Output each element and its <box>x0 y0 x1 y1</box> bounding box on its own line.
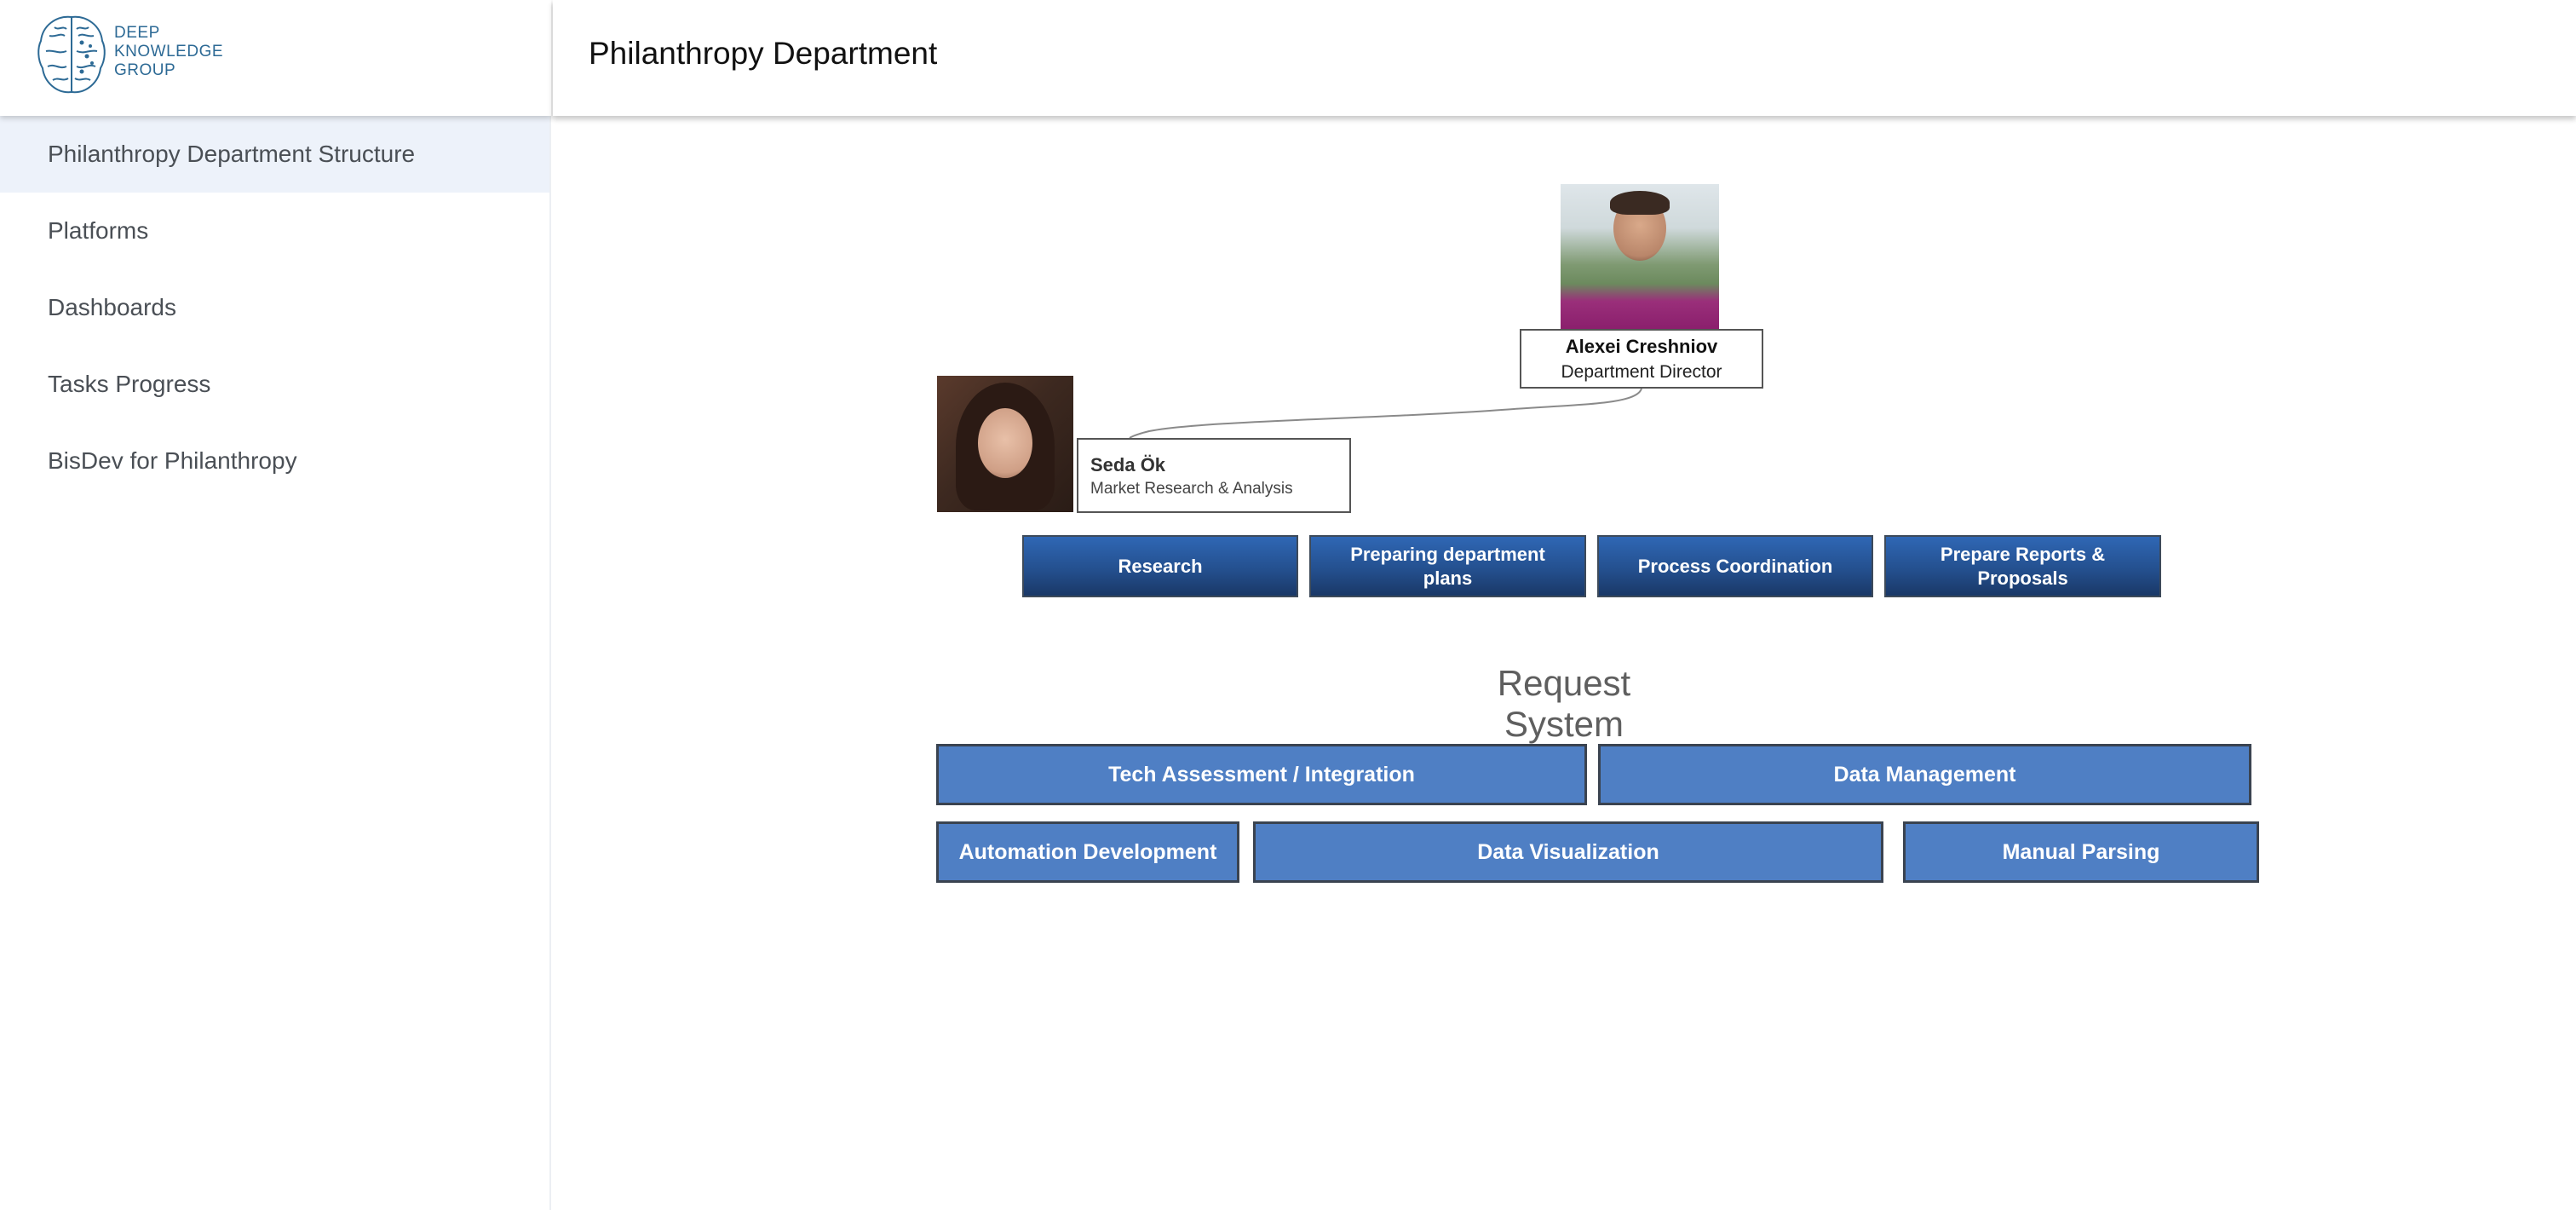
sidebar-item-tasks-progress[interactable]: Tasks Progress <box>0 346 549 423</box>
request-data-visualization-button[interactable]: Data Visualization <box>1253 821 1883 883</box>
sidebar-item-bisdev-for-philanthropy[interactable]: BisDev for Philanthropy <box>0 423 549 499</box>
sidebar-item-platforms[interactable]: Platforms <box>0 193 549 269</box>
org-chart: Alexei Creshniov Department Director Sed… <box>553 116 2576 1210</box>
task-research-button[interactable]: Research <box>1022 535 1298 597</box>
task-prepare-reports-proposals-button[interactable]: Prepare Reports & Proposals <box>1884 535 2161 597</box>
request-tech-assessment-button[interactable]: Tech Assessment / Integration <box>936 744 1587 805</box>
request-automation-development-button[interactable]: Automation Development <box>936 821 1239 883</box>
member-role: Market Research & Analysis <box>1090 480 1293 498</box>
sidebar: DEEP KNOWLEDGE GROUP Philanthropy Depart… <box>0 0 551 1210</box>
logo-text-line: KNOWLEDGE <box>114 43 224 60</box>
logo-text: DEEP KNOWLEDGE GROUP <box>114 24 223 80</box>
director-photo <box>1561 184 1719 331</box>
director-role: Department Director <box>1561 362 1722 382</box>
member-name: Seda Ök <box>1090 454 1166 475</box>
logo[interactable]: DEEP KNOWLEDGE GROUP <box>0 0 551 116</box>
request-data-management-button[interactable]: Data Management <box>1598 744 2251 805</box>
task-process-coordination-button[interactable]: Process Coordination <box>1597 535 1873 597</box>
request-system-title: Request System <box>1497 663 1631 744</box>
member-photo <box>937 376 1073 512</box>
page-title: Philanthropy Department <box>589 36 938 71</box>
request-manual-parsing-button[interactable]: Manual Parsing <box>1903 821 2259 883</box>
director-name: Alexei Creshniov <box>1565 336 1718 357</box>
sidebar-nav: Philanthropy Department Structure Platfo… <box>0 116 549 499</box>
logo-text-line: DEEP <box>114 24 160 42</box>
logo-text-line: GROUP <box>114 61 176 79</box>
director-card: Alexei Creshniov Department Director <box>1520 329 1763 389</box>
brain-logo-icon <box>37 15 106 94</box>
sidebar-item-philanthropy-department-structure[interactable]: Philanthropy Department Structure <box>0 116 549 193</box>
member-card: Seda Ök Market Research & Analysis <box>1077 438 1351 513</box>
sidebar-item-dashboards[interactable]: Dashboards <box>0 269 549 346</box>
top-bar: Philanthropy Department <box>553 0 2576 116</box>
task-preparing-department-plans-button[interactable]: Preparing department plans <box>1309 535 1586 597</box>
